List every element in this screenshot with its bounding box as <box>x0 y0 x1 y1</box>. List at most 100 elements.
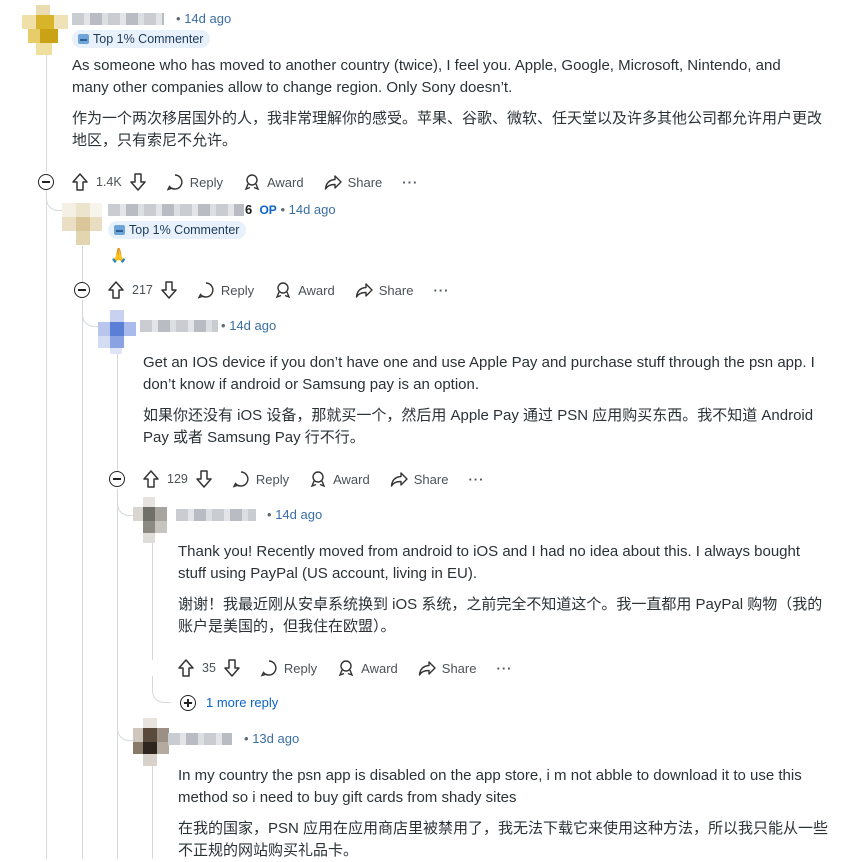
username-blurred[interactable] <box>140 320 218 332</box>
reply-label: Reply <box>255 471 290 487</box>
thread-connector <box>46 192 63 211</box>
comment-meta: • 13d ago <box>244 731 299 746</box>
collapse-thread-button[interactable] <box>109 471 125 487</box>
badge-label: Top 1% Commenter <box>93 32 204 46</box>
vote-group: 129 <box>143 470 212 488</box>
reply-button[interactable]: Reply <box>197 281 254 299</box>
award-button[interactable]: Award <box>274 281 335 299</box>
award-icon <box>338 660 354 677</box>
award-label: Award <box>361 660 398 676</box>
more-options-button[interactable]: ··· <box>496 661 512 676</box>
username-blurred[interactable] <box>72 13 164 25</box>
downvote-icon[interactable] <box>161 281 177 299</box>
downvote-icon[interactable] <box>224 659 240 677</box>
thread-connector <box>117 700 134 741</box>
timestamp[interactable]: 13d ago <box>252 731 299 746</box>
more-options-button[interactable]: ··· <box>402 175 418 190</box>
award-label: Award <box>298 282 335 298</box>
username-blurred[interactable] <box>168 733 232 745</box>
avatar[interactable] <box>22 5 68 55</box>
comment-text-zh: 谢谢！我最近刚从安卓系统换到 iOS 系统，之前完全不知道这个。我一直都用 Pa… <box>178 596 823 635</box>
username-blurred[interactable] <box>176 509 256 521</box>
vote-count: 217 <box>132 283 153 297</box>
thread-line <box>117 346 118 472</box>
share-button[interactable]: Share <box>418 659 477 677</box>
comment-text-en: Get an IOS device if you don’t have one … <box>143 354 815 393</box>
comment-actions: 35 Reply Award Share ··· <box>178 657 532 679</box>
reply-icon <box>166 174 183 191</box>
meta-separator: • <box>267 507 272 522</box>
avatar[interactable] <box>98 310 136 354</box>
share-label: Share <box>347 174 383 190</box>
collapse-thread-button[interactable] <box>74 282 90 298</box>
vote-count: 129 <box>167 472 188 486</box>
timestamp[interactable]: 14d ago <box>229 318 276 333</box>
thread-line <box>117 489 118 859</box>
reply-button[interactable]: Reply <box>166 173 223 191</box>
vote-group: 217 <box>108 281 177 299</box>
thread-line <box>46 54 47 172</box>
share-icon <box>355 283 373 298</box>
comment-meta: 6 OP • 14d ago <box>245 202 336 217</box>
award-label: Award <box>333 471 370 487</box>
thread-line <box>46 190 47 859</box>
comment-text-en: Thank you! Recently moved from android t… <box>178 543 801 582</box>
reply-button[interactable]: Reply <box>232 470 289 488</box>
comment-text-en: In my country the psn app is disabled on… <box>178 767 802 806</box>
timestamp[interactable]: 14d ago <box>184 11 231 26</box>
thread-line <box>82 246 83 282</box>
avatar[interactable] <box>62 203 102 245</box>
thread-line <box>82 300 83 859</box>
share-button[interactable]: Share <box>324 173 383 191</box>
avatar[interactable] <box>133 718 169 766</box>
op-tag: OP <box>259 203 277 217</box>
reply-button[interactable]: Reply <box>260 659 317 677</box>
award-button[interactable]: Award <box>337 659 398 677</box>
comment-meta: • 14d ago <box>267 507 322 522</box>
share-button[interactable]: Share <box>355 281 414 299</box>
award-button[interactable]: Award <box>309 470 370 488</box>
award-button[interactable]: Award <box>243 173 304 191</box>
meta-separator: • <box>176 11 181 26</box>
comment-text-zh: 在我的国家，PSN 应用在应用商店里被禁用了，我无法下载它来使用这种方法，所以我… <box>178 820 829 859</box>
more-options-button[interactable]: ··· <box>468 472 484 487</box>
badge-label: Top 1% Commenter <box>129 223 240 237</box>
comment-actions: 1.4K Reply Award Share ··· <box>72 171 438 193</box>
reply-label: Reply <box>220 282 255 298</box>
meta-separator: • <box>280 202 285 217</box>
timestamp[interactable]: 14d ago <box>275 507 322 522</box>
top-commenter-badge: Top 1% Commenter <box>72 30 211 48</box>
collapse-thread-button[interactable] <box>38 174 54 190</box>
vote-group: 35 <box>178 659 240 677</box>
downvote-icon[interactable] <box>129 173 146 191</box>
reply-label: Reply <box>283 660 318 676</box>
more-replies-link[interactable]: 1 more reply <box>206 695 278 710</box>
comment-actions: 129 Reply Award Share ··· <box>143 468 504 490</box>
upvote-icon[interactable] <box>108 281 124 299</box>
share-label: Share <box>378 282 414 298</box>
comment-meta: • 14d ago <box>221 318 276 333</box>
comment-actions: 217 Reply Award Share ··· <box>108 279 469 301</box>
upvote-icon[interactable] <box>178 659 194 677</box>
upvote-icon[interactable] <box>72 173 88 191</box>
meta-separator: • <box>221 318 226 333</box>
timestamp[interactable]: 14d ago <box>289 202 336 217</box>
username-suffix: 6 <box>245 202 253 217</box>
more-options-button[interactable]: ··· <box>433 283 449 298</box>
expand-replies-icon[interactable] <box>180 695 196 711</box>
share-label: Share <box>413 471 449 487</box>
thread-line <box>152 540 153 660</box>
comment-text-zh: 如果你还没有 iOS 设备，那就买一个，然后用 Apple Pay 通过 PSN… <box>143 407 814 446</box>
downvote-icon[interactable] <box>196 470 212 488</box>
share-label: Share <box>441 660 477 676</box>
avatar[interactable] <box>133 497 167 543</box>
award-icon <box>244 174 260 191</box>
username-blurred[interactable] <box>108 204 244 216</box>
vote-group: 1.4K <box>72 173 146 191</box>
comment-meta: • 14d ago <box>176 11 231 26</box>
reply-icon <box>197 282 214 299</box>
share-button[interactable]: Share <box>390 470 449 488</box>
top-commenter-badge: Top 1% Commenter <box>108 221 247 239</box>
upvote-icon[interactable] <box>143 470 159 488</box>
award-icon <box>275 282 291 299</box>
